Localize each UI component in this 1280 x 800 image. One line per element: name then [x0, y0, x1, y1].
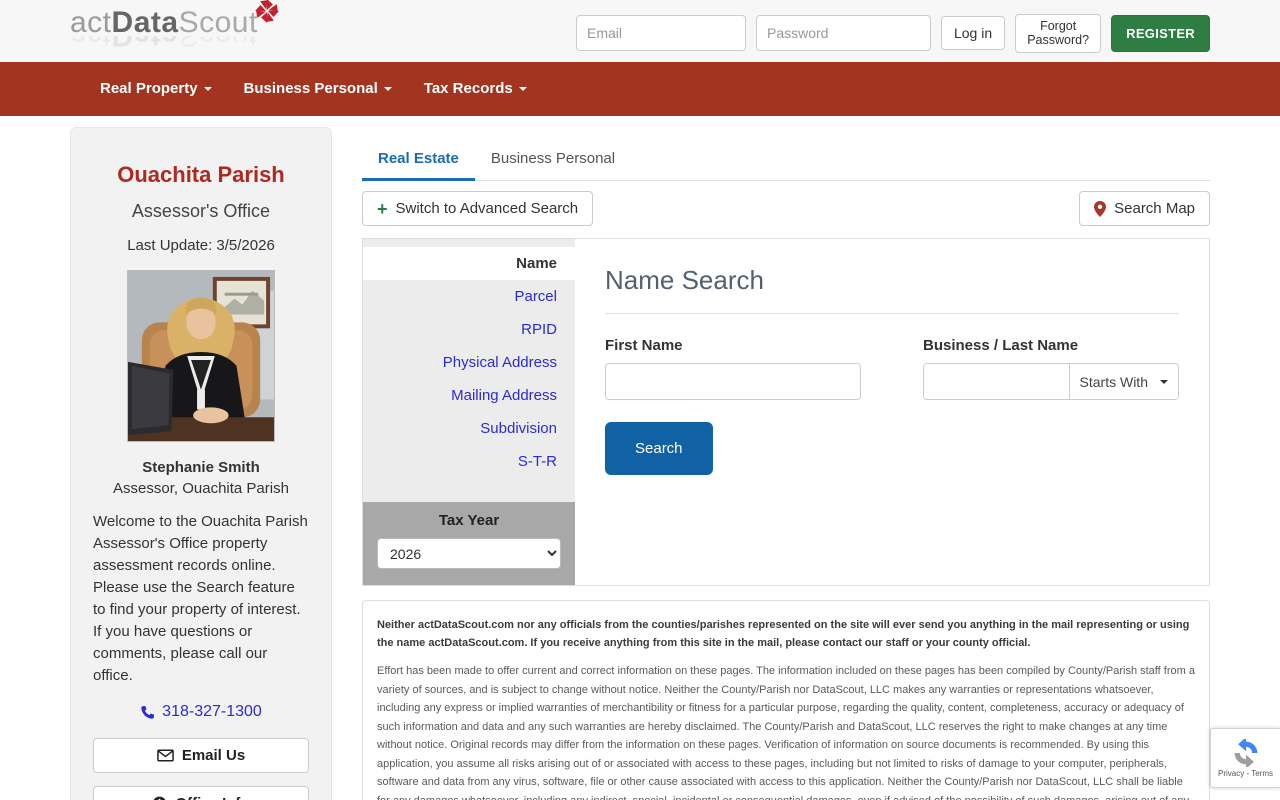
assessor-name: Stephanie Smith [142, 459, 260, 476]
login-button[interactable]: Log in [940, 16, 1006, 51]
name-search-form: Name Search First Name Business / Last N… [575, 239, 1209, 585]
menu-item-parcel[interactable]: Parcel [363, 280, 575, 313]
recaptcha-privacy-terms[interactable]: Privacy - Terms [1218, 769, 1273, 778]
register-button[interactable]: REGISTER [1111, 14, 1210, 52]
pinwheel-icon [254, 0, 279, 23]
search-type-menu: Name Parcel RPID Physical Address Mailin… [363, 239, 575, 585]
phone-icon [141, 705, 155, 719]
menu-item-physical-address[interactable]: Physical Address [363, 346, 575, 379]
info-icon [153, 796, 166, 800]
search-map-button[interactable]: Search Map [1079, 191, 1210, 226]
login-bar: Log in Forgot Password? REGISTER [575, 14, 1210, 53]
menu-item-mailing-address[interactable]: Mailing Address [363, 379, 575, 412]
form-title: Name Search [605, 265, 764, 295]
main-navbar: Real Property Business Personal Tax Reco… [0, 62, 1280, 116]
nav-tax-records[interactable]: Tax Records [408, 62, 543, 116]
site-header: actDataScout actDataScout Log [0, 0, 1280, 62]
tax-year-label: Tax Year [438, 512, 500, 529]
disclaimer-panel: Neither actDataScout.com nor any officia… [362, 600, 1210, 800]
logo-text: actDataScout [70, 0, 280, 38]
assessor-photo [127, 270, 275, 442]
tax-year-select[interactable]: 2026 [377, 538, 561, 569]
last-name-label: Business / Last Name [923, 337, 1079, 354]
assessor-title: Assessor, Ouachita Parish [113, 480, 289, 497]
search-panel: Name Parcel RPID Physical Address Mailin… [362, 238, 1210, 586]
welcome-text: Welcome to the Ouachita Parish Assessor'… [93, 513, 308, 685]
search-toolbar: + Switch to Advanced Search Search Map [362, 191, 1210, 226]
plus-icon: + [377, 198, 388, 219]
office-title: Assessor's Office [131, 201, 271, 221]
advanced-search-button[interactable]: + Switch to Advanced Search [362, 191, 594, 226]
envelope-icon [157, 749, 174, 762]
tax-year-section: Tax Year 2026 [363, 502, 575, 585]
last-update: Last Update: 3/5/2026 [127, 237, 275, 254]
nav-real-property[interactable]: Real Property [84, 62, 228, 116]
site-logo[interactable]: actDataScout actDataScout [70, 0, 280, 50]
search-button[interactable]: Search [605, 422, 713, 475]
tab-real-estate[interactable]: Real Estate [362, 140, 475, 181]
password-input[interactable] [755, 15, 931, 52]
chevron-down-icon [383, 87, 392, 92]
menu-item-subdivision[interactable]: Subdivision [363, 412, 575, 445]
main-content: Real Estate Business Personal + Switch t… [362, 140, 1210, 800]
tab-bar: Real Estate Business Personal [362, 140, 1210, 181]
tab-business-personal[interactable]: Business Personal [475, 140, 631, 180]
disclaimer-notice: Neither actDataScout.com nor any officia… [377, 619, 1190, 650]
menu-item-rpid[interactable]: RPID [363, 313, 575, 346]
county-title: Ouachita Parish [117, 162, 285, 187]
last-name-input[interactable] [924, 364, 1070, 399]
disclaimer-body: Effort has been made to offer current an… [377, 665, 1195, 800]
menu-item-name[interactable]: Name [363, 247, 575, 280]
recaptcha-badge[interactable]: Privacy - Terms [1210, 728, 1280, 788]
forgot-password-button[interactable]: Forgot Password? [1015, 14, 1102, 53]
recaptcha-icon [1234, 738, 1257, 767]
email-input[interactable] [575, 15, 746, 52]
chevron-down-icon [1160, 379, 1168, 384]
chevron-down-icon [203, 87, 212, 92]
email-us-button[interactable]: Email Us [93, 737, 309, 773]
phone-link[interactable]: 318-327-1300 [140, 703, 262, 721]
nav-business-personal[interactable]: Business Personal [228, 62, 408, 116]
assessor-sidebar: Ouachita Parish Assessor's Office Last U… [70, 127, 332, 800]
first-name-input[interactable] [605, 363, 861, 400]
chevron-down-icon [518, 87, 527, 92]
divider [605, 313, 1179, 314]
office-info-button[interactable]: Office Info [93, 785, 309, 800]
first-name-label: First Name [605, 337, 683, 354]
map-pin-icon [1094, 200, 1107, 217]
menu-item-str[interactable]: S-T-R [363, 445, 575, 478]
starts-with-dropdown[interactable]: Starts With [1069, 364, 1178, 399]
logo-reflection: actDataScout [70, 36, 280, 50]
